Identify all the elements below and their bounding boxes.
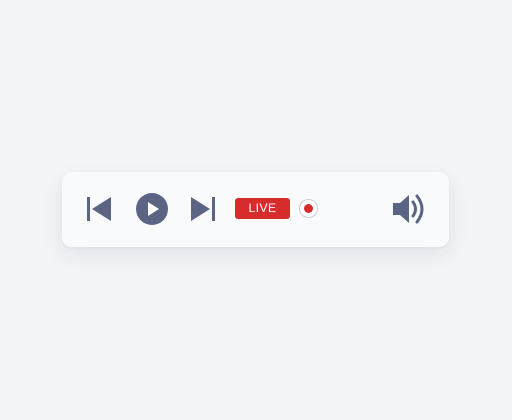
skip-back-icon: [87, 197, 111, 221]
previous-button[interactable]: [83, 193, 115, 225]
volume-icon: [393, 194, 424, 224]
record-indicator: [298, 198, 319, 219]
skip-forward-icon: [191, 197, 215, 221]
play-icon: [136, 193, 168, 225]
live-badge: LIVE: [235, 198, 290, 219]
next-button[interactable]: [187, 193, 219, 225]
volume-button[interactable]: [390, 191, 430, 227]
record-indicator-icon: [299, 199, 318, 218]
media-player-bar: LIVE: [62, 172, 449, 247]
play-button[interactable]: [134, 191, 170, 227]
